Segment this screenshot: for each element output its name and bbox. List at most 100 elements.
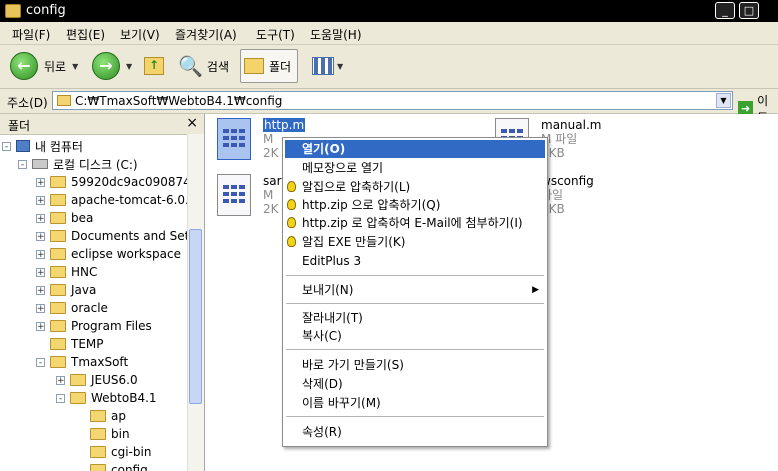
no-toggle [76, 412, 85, 421]
tree-item-config[interactable]: config [76, 461, 148, 471]
submenu-arrow-icon: ▶ [532, 285, 539, 295]
tree-item-label: TEMP [71, 337, 104, 351]
menu-item-open[interactable]: 열기(O) [285, 140, 545, 158]
menu-favorites[interactable]: 즐겨찾기(A) [175, 26, 237, 43]
menu-help[interactable]: 도움말(H) [310, 26, 362, 43]
folder-pane-header: 폴더 × [0, 114, 204, 135]
expand-toggle[interactable]: + [36, 177, 45, 187]
scrollbar-thumb[interactable] [189, 229, 202, 404]
menu-item-properties[interactable]: 속성(R) [285, 423, 545, 441]
expand-toggle[interactable]: + [56, 375, 65, 385]
menu-separator [286, 349, 544, 350]
maximize-button[interactable]: □ [739, 2, 759, 19]
expand-toggle[interactable]: + [36, 213, 45, 223]
menu-item-cut[interactable]: 잘라내기(T) [285, 309, 545, 327]
tree-item-local-disk[interactable]: - 로컬 디스크 (C:) [18, 155, 138, 173]
no-toggle [76, 466, 85, 471]
window-title: config [26, 3, 66, 18]
folders-button[interactable]: 폴더 [240, 49, 298, 83]
tree-item[interactable]: cgi-bin [76, 443, 151, 461]
alzip-icon [287, 236, 296, 247]
address-label: 주소(D) [7, 96, 48, 110]
tree-item[interactable]: + 59920dc9ac090874b [36, 173, 198, 191]
expand-toggle[interactable]: + [36, 285, 45, 295]
file-type: M [263, 188, 274, 202]
tree-item[interactable]: - WebtoB4.1 [56, 389, 157, 407]
folder-icon [70, 374, 86, 386]
tree-item[interactable]: - TmaxSoft [36, 353, 128, 371]
file-item[interactable]: sar M 2K [217, 174, 282, 216]
tree-item-label: HNC [71, 265, 98, 279]
menu-edit[interactable]: 편집(E) [66, 26, 105, 43]
back-button[interactable]: ← 뒤로 ▼ [10, 49, 78, 83]
collapse-toggle[interactable]: - [56, 393, 65, 403]
menu-item-open-notepad[interactable]: 메모장으로 열기 [285, 159, 545, 177]
collapse-toggle[interactable]: - [2, 141, 11, 151]
folder-icon [90, 428, 106, 440]
collapse-toggle[interactable]: - [36, 357, 45, 367]
menu-item-create-shortcut[interactable]: 바로 가기 만들기(S) [285, 356, 545, 374]
tree-item-label: ap [111, 409, 126, 423]
menu-item-alzip-compress[interactable]: 알집으로 압축하기(L) [285, 178, 545, 196]
file-type: 파일 [541, 188, 564, 202]
alzip-icon [287, 181, 296, 192]
drive-icon [32, 159, 48, 169]
tree-item[interactable]: + HNC [36, 263, 97, 281]
folder-pane-scrollbar[interactable] [187, 134, 204, 471]
expand-toggle[interactable]: + [36, 267, 45, 277]
tree-item[interactable]: TEMP [36, 335, 104, 353]
menu-item-editplus[interactable]: EditPlus 3 [285, 252, 545, 270]
tree-item-label: Java [71, 283, 97, 297]
folders-label: 폴더 [269, 59, 292, 74]
file-icon [217, 174, 251, 216]
menu-item-zip-compress[interactable]: http.zip 으로 압축하기(Q) [285, 196, 545, 214]
minimize-button[interactable]: _ [715, 2, 735, 19]
tree-item[interactable]: + Java [36, 281, 96, 299]
folder-icon [90, 410, 106, 422]
folder-icon [90, 446, 106, 458]
address-dropdown-button[interactable]: ▼ [716, 93, 731, 108]
file-type: M 파일 [541, 132, 578, 146]
tree-item-label: TmaxSoft [71, 355, 129, 369]
menu-item-alzip-exe[interactable]: 알집 EXE 만들기(K) [285, 233, 545, 251]
tree-item[interactable]: + Documents and Sett [36, 227, 194, 245]
tree-item[interactable]: ap [76, 407, 126, 425]
tree-item-label: cgi-bin [111, 445, 152, 459]
tree-item-label: Documents and Sett [71, 229, 195, 243]
views-button[interactable]: ▼ [312, 49, 343, 83]
expand-toggle[interactable]: + [36, 231, 45, 241]
tree-item[interactable]: bin [76, 425, 130, 443]
close-icon[interactable]: × [186, 115, 198, 131]
tree-item[interactable]: + apache-tomcat-6.0.1 [36, 191, 197, 209]
search-icon: 🔍 [178, 54, 203, 78]
menu-item-delete[interactable]: 삭제(D) [285, 375, 545, 393]
menu-item-zip-email[interactable]: http.zip 로 압축하여 E-Mail에 첨부하기(I) [285, 214, 545, 232]
up-folder-button[interactable]: ↑ [144, 49, 164, 83]
menu-file[interactable]: 파일(F) [12, 26, 50, 43]
expand-toggle[interactable]: + [36, 303, 45, 313]
menu-item-send-to[interactable]: 보내기(N) ▶ [285, 281, 545, 299]
forward-button[interactable]: → ▼ [92, 49, 132, 83]
tree-item-label: apache-tomcat-6.0.1 [71, 193, 197, 207]
tree-item[interactable]: + JEUS6.0 [56, 371, 138, 389]
folder-icon [50, 194, 66, 206]
expand-toggle[interactable]: + [36, 249, 45, 259]
menu-item-copy[interactable]: 복사(C) [285, 327, 545, 345]
tree-item-label: bea [71, 211, 94, 225]
search-button[interactable]: 🔍 검색 [178, 49, 229, 83]
menu-item-rename[interactable]: 이름 바꾸기(M) [285, 394, 545, 412]
collapse-toggle[interactable]: - [18, 159, 27, 169]
tree-item[interactable]: + eclipse workspace [36, 245, 181, 263]
tree-item[interactable]: + Program Files [36, 317, 152, 335]
menu-view[interactable]: 보기(V) [120, 26, 160, 43]
expand-toggle[interactable]: + [36, 195, 45, 205]
tree-item[interactable]: + oracle [36, 299, 108, 317]
tree-item-my-computer[interactable]: - 내 컴퓨터 [2, 137, 83, 155]
address-input[interactable]: C:₩TmaxSoft₩WebtoB4.1₩config ▼ [52, 91, 733, 110]
folders-icon [244, 58, 264, 74]
folder-icon [70, 392, 86, 404]
tree-item[interactable]: + bea [36, 209, 93, 227]
expand-toggle[interactable]: + [36, 321, 45, 331]
menu-tools[interactable]: 도구(T) [256, 26, 295, 43]
file-size: 2K [263, 202, 279, 216]
